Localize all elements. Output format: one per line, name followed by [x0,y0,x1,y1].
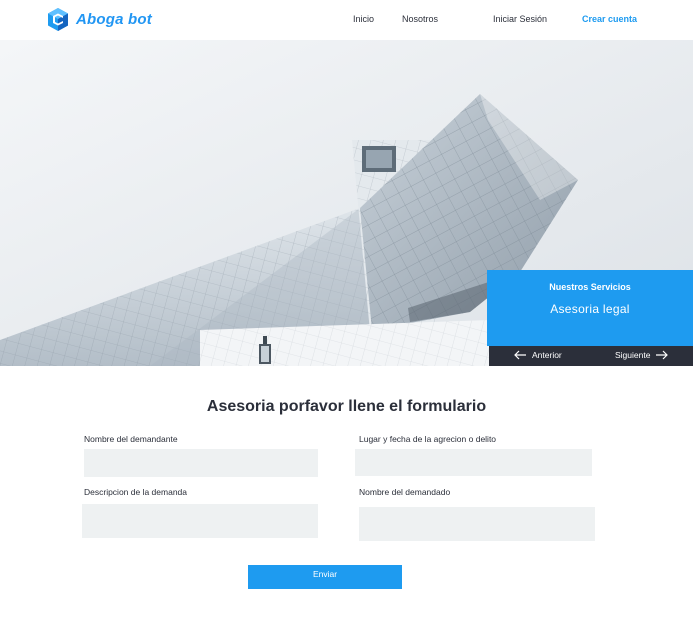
services-title: Nuestros Servicios [549,282,631,292]
slider-prev-label: Anterior [532,350,562,360]
nav-signup-link[interactable]: Crear cuenta [582,14,637,24]
slider-next-button[interactable]: Siguiente [615,350,669,360]
demandante-label: Nombre del demandante [84,434,178,444]
brand-name: Aboga bot [76,11,152,28]
submit-button[interactable]: Enviar [248,565,402,589]
slider-next-label: Siguiente [615,350,651,360]
demandado-input[interactable] [359,507,595,541]
demandado-label: Nombre del demandado [359,487,451,497]
services-item: Asesoria legal [550,302,630,316]
services-card: Nuestros Servicios Asesoria legal [487,270,693,346]
lugar-fecha-input[interactable] [355,449,592,476]
nav-inicio-link[interactable]: Inicio [353,14,374,24]
slider-nav: Anterior Siguiente [489,346,693,366]
site-header: Aboga bot Inicio Nosotros Iniciar Sesión… [0,0,693,40]
cube-logo-icon [48,8,68,31]
descripcion-input[interactable] [82,504,318,538]
lugar-fecha-label: Lugar y fecha de la agrecion o delito [359,434,497,444]
demandante-input[interactable] [84,449,318,477]
nav-nosotros-link[interactable]: Nosotros [402,14,438,24]
descripcion-label: Descripcion de la demanda [84,487,188,497]
arrow-left-icon [514,350,526,360]
arrow-right-icon [656,350,669,360]
slider-prev-button[interactable]: Anterior [513,350,562,360]
brand-logo[interactable]: Aboga bot [47,7,152,32]
nav-login-link[interactable]: Iniciar Sesión [493,14,547,24]
form-title: Asesoria porfavor llene el formulario [206,398,487,415]
